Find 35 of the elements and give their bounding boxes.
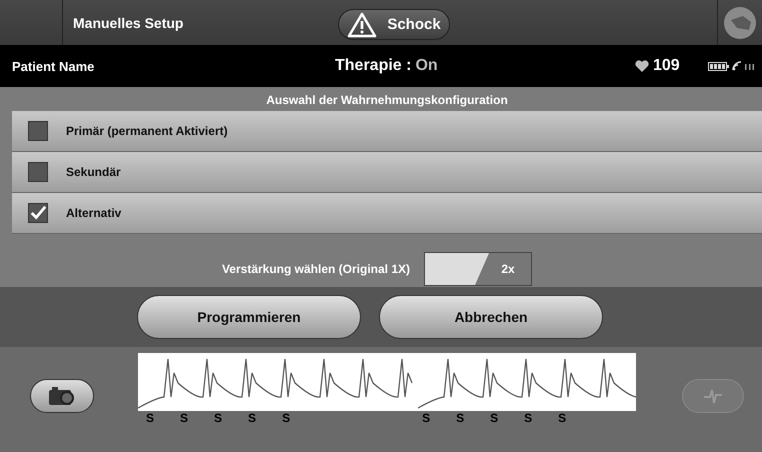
sense-marker: S [422, 411, 430, 425]
therapy-label: Therapie : [335, 57, 412, 75]
action-button[interactable]: Abbrechen [379, 295, 603, 339]
gain-toggle[interactable]: 2x [424, 252, 532, 286]
checkbox[interactable] [28, 203, 48, 223]
screen-title: Manuelles Setup [73, 14, 184, 30]
option-row[interactable]: Alternativ [12, 193, 762, 234]
option-row[interactable]: Primär (permanent Aktiviert) [12, 111, 762, 152]
action-button[interactable]: Programmieren [137, 295, 361, 339]
signal-icon [732, 61, 754, 71]
sense-marker: S [214, 411, 222, 425]
sense-marker: S [180, 411, 188, 425]
sense-marker: S [558, 411, 566, 425]
gain-value: 2x [501, 262, 515, 276]
shock-button[interactable]: Schock [338, 9, 450, 40]
option-row[interactable]: Sekundär [12, 152, 762, 193]
patient-name: Patient Name [12, 58, 96, 74]
section-title: Auswahl der Wahrnehmungskonfiguration [265, 93, 509, 107]
checkbox[interactable] [28, 162, 48, 182]
warning-icon [347, 12, 378, 38]
sense-marker: S [490, 411, 498, 425]
sense-marker: S [282, 411, 290, 425]
therapy-status: On [415, 57, 438, 75]
gain-label: Verstärkung wählen (Original 1X) [222, 262, 410, 276]
heart-icon [635, 60, 649, 72]
sense-marker: S [456, 411, 464, 425]
sense-marker: S [524, 411, 532, 425]
camera-icon [48, 386, 76, 406]
waveform-icon [703, 387, 723, 405]
sense-marker: S [248, 411, 256, 425]
sense-marker: S [146, 411, 154, 425]
camera-button[interactable] [30, 379, 94, 413]
battery-icon [708, 62, 730, 70]
heart-rate: 109 [653, 57, 680, 75]
checkbox[interactable] [28, 121, 48, 141]
